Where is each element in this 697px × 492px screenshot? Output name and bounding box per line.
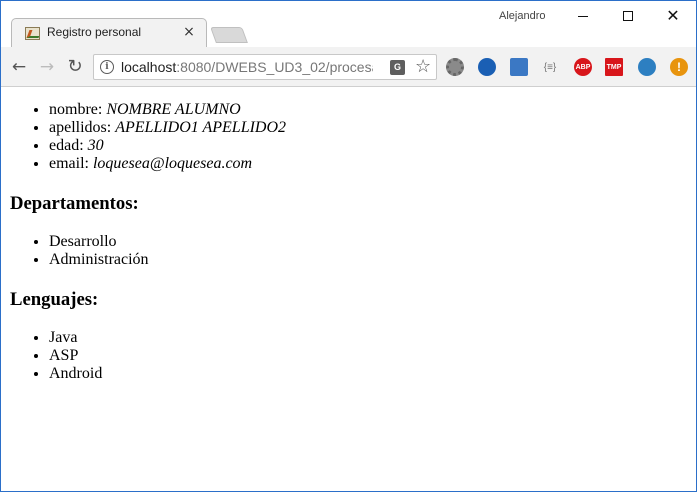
address-bar[interactable]: i localhost:8080/DWEBS_UD3_02/procesa2 G… [93, 54, 437, 80]
nombre-value: NOMBRE ALUMNO [106, 101, 241, 118]
title-bar: Registro personal × Alejandro ✕ [1, 1, 696, 47]
departamentos-list: Desarrollo Administración [1, 233, 149, 269]
nombre-label: nombre: [49, 101, 107, 118]
tmp-icon[interactable]: TMP [605, 58, 623, 76]
edad-label: edad: [49, 137, 88, 154]
list-item: Java [49, 329, 102, 347]
close-window-button[interactable]: ✕ [650, 1, 696, 31]
favicon-icon [25, 27, 40, 40]
list-item-edad: edad: 30 [49, 137, 286, 155]
edad-value: 30 [87, 137, 104, 154]
forward-arrow-icon[interactable]: → [35, 55, 59, 79]
email-value: loquesea@loquesea.com [92, 155, 253, 172]
list-item: Administración [49, 251, 149, 269]
gear-icon[interactable] [446, 58, 464, 76]
url-text[interactable]: localhost:8080/DWEBS_UD3_02/procesa2 [121, 59, 373, 75]
url-path: :8080/DWEBS_UD3_02/procesa2 [176, 59, 373, 75]
warning-icon[interactable]: ! [670, 58, 688, 76]
departamentos-heading: Departamentos: [10, 193, 139, 214]
apellidos-value: APELLIDO1 APELLIDO2 [115, 119, 287, 136]
json-icon[interactable]: {≡} [541, 58, 559, 76]
page-content: nombre: NOMBRE ALUMNO apellidos: APELLID… [1, 88, 696, 491]
list-item-email: email: loquesea@loquesea.com [49, 155, 286, 173]
profile-name[interactable]: Alejandro [499, 10, 545, 22]
earth-icon[interactable] [638, 58, 656, 76]
list-item: ASP [49, 347, 102, 365]
globe-icon[interactable] [478, 58, 496, 76]
url-host: localhost [121, 59, 177, 75]
adblock-icon[interactable]: ABP [574, 58, 592, 76]
new-tab-button[interactable] [210, 27, 248, 43]
lenguajes-heading: Lenguajes: [10, 289, 99, 310]
tab-registro-personal[interactable]: Registro personal × [11, 18, 207, 47]
apellidos-label: apellidos: [49, 119, 116, 136]
lenguajes-list: Java ASP Android [1, 329, 102, 383]
email-label: email: [49, 155, 93, 172]
bookmark-star-icon[interactable]: ☆ [415, 56, 431, 77]
tab-close-icon[interactable]: × [181, 23, 197, 41]
maximize-icon [623, 11, 633, 21]
reload-icon[interactable]: ↻ [63, 55, 87, 79]
minimize-icon [578, 15, 588, 17]
minimize-button[interactable] [560, 1, 606, 31]
person-details-list: nombre: NOMBRE ALUMNO apellidos: APELLID… [1, 101, 286, 173]
maximize-button[interactable] [605, 1, 651, 31]
list-item: Desarrollo [49, 233, 149, 251]
back-arrow-icon[interactable]: ← [7, 55, 31, 79]
close-icon: ✕ [666, 6, 680, 25]
tab-title: Registro personal [47, 25, 142, 39]
save-icon[interactable] [510, 58, 528, 76]
list-item-nombre: nombre: NOMBRE ALUMNO [49, 101, 286, 119]
list-item: Android [49, 365, 102, 383]
list-item-apellidos: apellidos: APELLIDO1 APELLIDO2 [49, 119, 286, 137]
translate-icon[interactable]: G [390, 60, 405, 75]
info-icon[interactable]: i [100, 60, 114, 74]
browser-window: Registro personal × Alejandro ✕ ← → ↻ i … [0, 0, 697, 492]
browser-toolbar: ← → ↻ i localhost:8080/DWEBS_UD3_02/proc… [1, 47, 696, 87]
